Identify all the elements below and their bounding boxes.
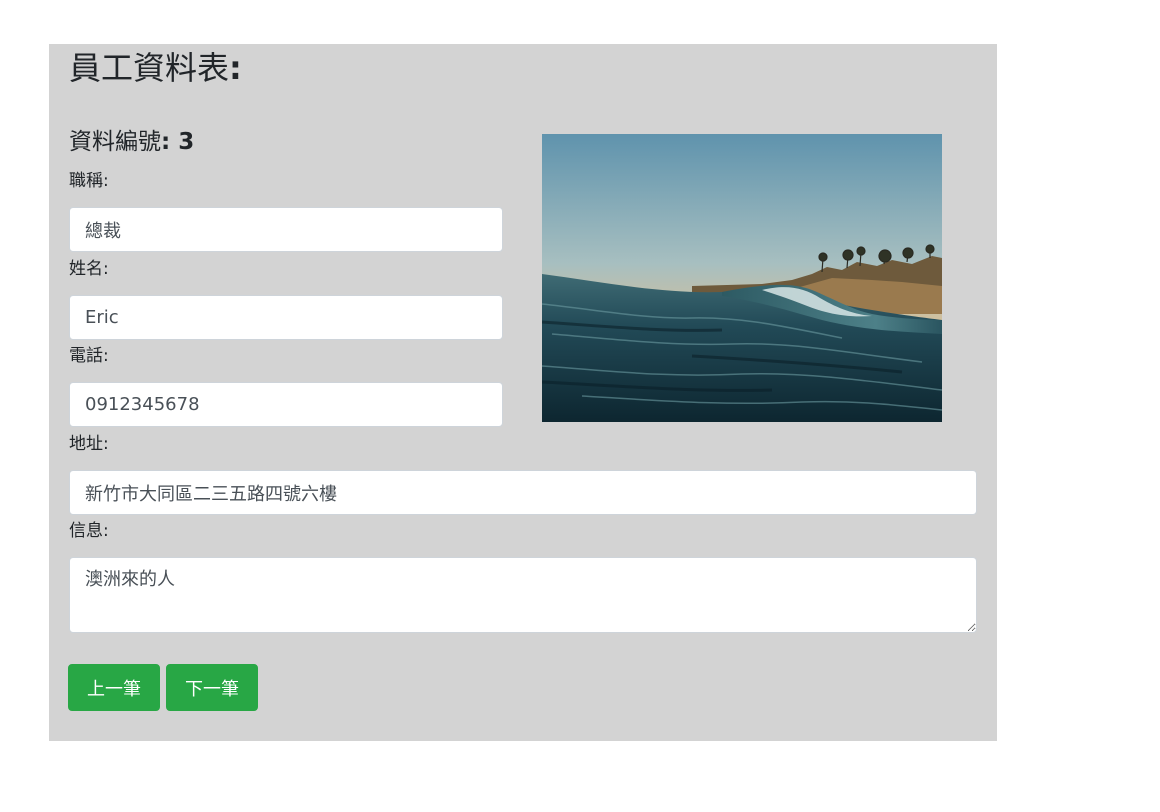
phone-label: 電話: <box>69 346 109 366</box>
address-label: 地址: <box>69 434 109 454</box>
employee-form-panel: 員工資料表: 資料編號: 3 職稱: 姓名: 電話: 地址: 信息: 澳洲來的人 <box>49 44 997 741</box>
title-colon: : <box>229 49 242 87</box>
job-title-field[interactable] <box>69 207 503 252</box>
ocean-wave-photo-icon <box>542 134 942 422</box>
name-field[interactable] <box>69 295 503 340</box>
message-label: 信息: <box>69 521 109 541</box>
phone-field[interactable] <box>69 382 503 427</box>
record-id: 資料編號: 3 <box>69 126 194 158</box>
title-text: 員工資料表 <box>69 49 230 87</box>
next-record-button[interactable]: 下一筆 <box>166 664 258 711</box>
record-id-label: 資料編號 <box>69 129 161 155</box>
message-textarea[interactable]: 澳洲來的人 <box>69 557 977 633</box>
address-field[interactable] <box>69 470 977 515</box>
employee-photo <box>542 134 942 422</box>
name-label: 姓名: <box>69 259 109 279</box>
record-id-number: : 3 <box>161 129 195 155</box>
page-title: 員工資料表: <box>69 46 242 90</box>
job-title-label: 職稱: <box>69 171 109 191</box>
previous-record-button[interactable]: 上一筆 <box>68 664 160 711</box>
